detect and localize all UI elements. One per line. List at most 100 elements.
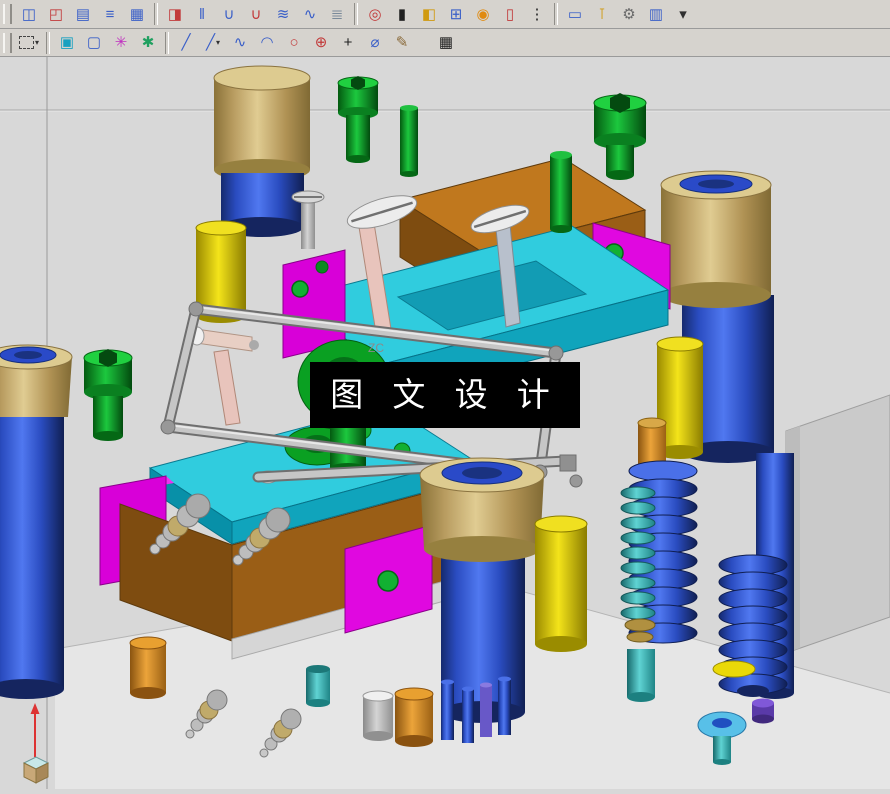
spring-tool-icon[interactable]: ∿ — [297, 2, 323, 26]
inspect-icon[interactable]: ◎ — [362, 2, 388, 26]
gears-icon[interactable]: ⚙ — [616, 2, 642, 26]
u-channel-alt-icon-glyph: ∪ — [251, 7, 262, 22]
model-label-zc: ZC — [368, 341, 384, 355]
toolbar-separator — [165, 32, 169, 54]
graphics-window: ZC 图 文 设 计 — [0, 57, 890, 789]
snap-points-icon-glyph: ✱ — [142, 35, 155, 50]
line-tool-icon-glyph: ╱ — [181, 35, 190, 50]
overflow-chevron[interactable]: ▾ — [670, 2, 696, 26]
waveform-icon[interactable]: ≋ — [270, 2, 296, 26]
swap-view-icon-glyph: ◨ — [168, 7, 182, 22]
line-tool-icon[interactable]: ╱ — [173, 31, 199, 55]
plus-tool-icon-glyph: + — [344, 35, 353, 50]
watermark-text: 图 文 设 计 — [330, 376, 560, 413]
waveform-icon-glyph: ≋ — [277, 7, 290, 22]
toolbar-separator — [354, 3, 358, 25]
stack-icon[interactable]: ≣ — [324, 2, 350, 26]
spline-tool-icon-glyph: ∿ — [234, 35, 247, 50]
toolbar-separator — [554, 3, 558, 25]
line-options-icon-dropdown[interactable]: ▾ — [216, 38, 220, 47]
snap-star-icon-glyph: ✳ — [115, 35, 128, 50]
dots-menu-icon-glyph: ⋮ — [530, 7, 545, 22]
gauge-icon[interactable]: ⊺ — [589, 2, 615, 26]
snap-star-icon[interactable]: ✳ — [108, 31, 134, 55]
swap-view-icon[interactable]: ◨ — [162, 2, 188, 26]
sphere-icon-glyph: ◉ — [476, 7, 489, 22]
support-pin-yellow-center — [535, 516, 587, 652]
measure-bar-icon[interactable]: ▯ — [497, 2, 523, 26]
window-grid-icon[interactable]: ⊞ — [443, 2, 469, 26]
spline-tool-icon[interactable]: ∿ — [227, 31, 253, 55]
arc-tool-icon[interactable]: ◠ — [254, 31, 280, 55]
grid-icon-glyph: ▦ — [130, 7, 144, 22]
bars-icon[interactable]: ▮ — [389, 2, 415, 26]
toolbar-separator — [154, 3, 158, 25]
wireframe-box-icon[interactable]: ▢ — [81, 31, 107, 55]
guide-pillar-left — [0, 345, 72, 699]
toolbar-main: ◫ ◰▤ ≡ ▦ ◨ ‖ ∪ ∪ ≋ ∿ ≣ ◎ ▮ ◧ ⊞ ◉ ▯ ⋮ ▭ ⊺ ⚙ ▥ ▾ — [0, 0, 890, 29]
parallel-bars-icon-glyph: ‖ — [199, 7, 205, 22]
circle-center-tool-icon[interactable]: ⊕ — [308, 31, 334, 55]
view-list-icon[interactable]: ≡ — [97, 2, 123, 26]
dots-menu-icon[interactable]: ⋮ — [524, 2, 550, 26]
dowel-green-thin-top — [400, 105, 418, 177]
circle-tool-icon[interactable]: ○ — [281, 31, 307, 55]
snap-points-icon[interactable]: ✱ — [135, 31, 161, 55]
style-pen-icon[interactable]: ✎ — [389, 31, 415, 55]
pin-orange-center — [395, 688, 433, 747]
style-pen-icon-glyph: ✎ — [396, 35, 409, 50]
keyboard-grid-icon-glyph: ▦ — [439, 35, 453, 50]
u-channel-icon-glyph: ∪ — [224, 7, 235, 22]
fitting-purple — [752, 699, 774, 724]
base-block-right — [786, 395, 890, 653]
pin-white-center — [363, 691, 393, 741]
select-marquee-icon-dropdown[interactable]: ▾ — [35, 38, 39, 47]
pin-teal-small — [306, 665, 330, 707]
toolbar-gripper-2[interactable] — [3, 33, 12, 53]
view-list-icon-glyph: ≡ — [106, 7, 115, 22]
arc-tool-icon-glyph: ◠ — [260, 35, 273, 50]
dowel-green-mid — [550, 151, 572, 233]
guide-bushing-center — [420, 458, 544, 562]
gears-icon-glyph: ⚙ — [622, 7, 635, 22]
open-icon[interactable]: ◰ — [43, 2, 69, 26]
frame-icon[interactable]: ▭ — [562, 2, 588, 26]
circle-center-tool-icon-glyph: ⊕ — [315, 35, 328, 50]
shaded-box-icon[interactable]: ▣ — [54, 31, 80, 55]
shade-icon[interactable]: ◧ — [416, 2, 442, 26]
select-marquee-icon[interactable]: ▾ — [16, 31, 42, 55]
toolbar-selection-icons: ▾ ▣ ▢ ✳ ✱ ╱ ╱▾ ∿ ◠ ○ ⊕ + ⌀ ✎ ▦ — [16, 31, 459, 55]
3d-viewport[interactable]: ZC 图 文 设 计 — [0, 57, 890, 789]
shaded-box-icon-glyph: ▣ — [60, 35, 74, 50]
measure-bar-icon-glyph: ▯ — [506, 7, 514, 22]
toolbar-separator — [46, 32, 50, 54]
toolbar-gripper[interactable] — [3, 4, 12, 24]
select-marquee-icon-glyph — [19, 36, 34, 49]
keyboard-grid-icon[interactable]: ▦ — [433, 31, 459, 55]
circle-tool-icon-glyph: ○ — [289, 35, 298, 50]
diameter-tool-icon[interactable]: ⌀ — [362, 31, 388, 55]
guide-bushing-top-left — [214, 66, 310, 237]
window-grid-icon-glyph: ⊞ — [450, 7, 463, 22]
parallel-bars-icon[interactable]: ‖ — [189, 2, 215, 26]
overflow-chevron-glyph: ▾ — [679, 7, 687, 22]
grid-icon[interactable]: ▦ — [124, 2, 150, 26]
toolbar-selection: ▾ ▣ ▢ ✳ ✱ ╱ ╱▾ ∿ ◠ ○ ⊕ + ⌀ ✎ ▦ — [0, 29, 890, 57]
report-icon-glyph: ▥ — [649, 7, 663, 22]
spring-tool-icon-glyph: ∿ — [304, 7, 317, 22]
report-icon[interactable]: ▥ — [643, 2, 669, 26]
stack-icon-glyph: ≣ — [331, 7, 344, 22]
bars-icon-glyph: ▮ — [398, 7, 406, 22]
plus-tool-icon[interactable]: + — [335, 31, 361, 55]
line-options-icon[interactable]: ╱▾ — [200, 31, 226, 55]
sphere-icon[interactable]: ◉ — [470, 2, 496, 26]
u-channel-icon[interactable]: ∪ — [216, 2, 242, 26]
gauge-icon-glyph: ⊺ — [598, 7, 606, 22]
u-channel-alt-icon[interactable]: ∪ — [243, 2, 269, 26]
watermark-overlay: 图 文 设 计 — [310, 362, 580, 428]
inspect-icon-glyph: ◎ — [368, 7, 381, 22]
datum-icon[interactable]: ◫ — [16, 2, 42, 26]
pin-orange-left — [130, 637, 166, 699]
layer-settings-icon[interactable]: ▤ — [70, 2, 96, 26]
datum-icon-glyph: ◫ — [22, 7, 36, 22]
